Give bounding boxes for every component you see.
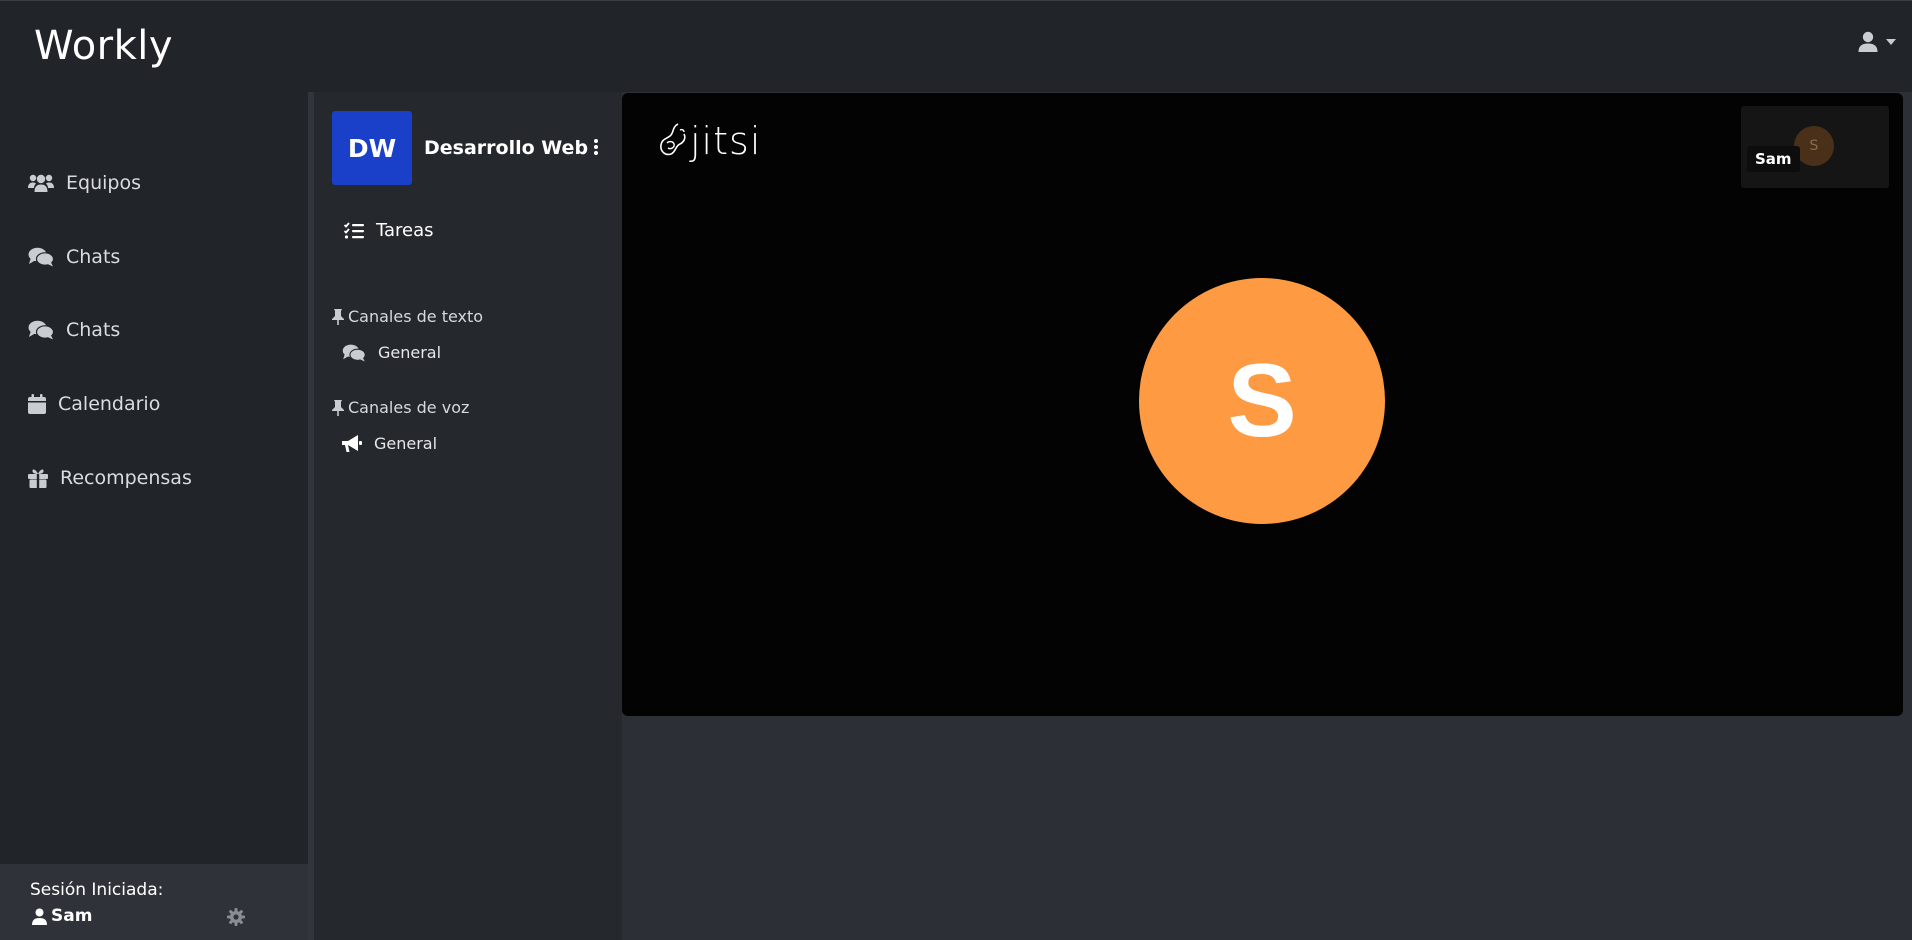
sidebar-item-label: Chats [66, 319, 121, 341]
bullhorn-icon [342, 434, 362, 452]
participant-avatar: S [1139, 278, 1385, 524]
team-name: Desarrollo Web [424, 137, 589, 159]
text-channels-header: Canales de texto [332, 307, 483, 326]
sidebar-item-label: Calendario [58, 393, 161, 415]
sidebar-item-chats-2[interactable]: Chats [28, 319, 120, 341]
main-sidebar: Equipos Chats Chats Calendario Recompens… [0, 92, 308, 940]
video-conference[interactable]: jitsi S Sam S [622, 93, 1903, 716]
participant-name-label: Sam [1747, 146, 1800, 172]
caret-down-icon [1886, 39, 1896, 45]
user-menu-dropdown[interactable] [1858, 31, 1896, 53]
channel-label: General [374, 434, 438, 453]
participant-thumbnail[interactable]: S Sam [1741, 106, 1889, 188]
sidebar-item-recompensas[interactable]: Recompensas [28, 467, 192, 489]
session-panel: Sesión Iniciada: Sam [0, 864, 308, 940]
jitsi-wordmark: jitsi [690, 119, 762, 163]
team-panel: DW Desarrollo Web Tareas Canales de text… [314, 92, 622, 940]
thumbtack-icon [332, 399, 344, 416]
top-navbar: Workly [0, 0, 1912, 92]
thumbtack-icon [332, 308, 344, 325]
channel-label: General [378, 343, 442, 362]
thumbnail-avatar: S [1794, 126, 1834, 166]
text-channel-general[interactable]: General [342, 343, 441, 362]
jitsi-mark-icon [660, 123, 686, 156]
voice-channel-general[interactable]: General [342, 434, 437, 453]
ellipsis-vertical-icon [594, 139, 598, 155]
sidebar-item-calendario[interactable]: Calendario [28, 393, 160, 415]
user-icon [32, 908, 47, 925]
comments-icon [28, 247, 54, 267]
sidebar-item-label: Equipos [66, 172, 141, 194]
calendar-icon [28, 394, 46, 414]
comments-icon [28, 320, 54, 340]
app-brand[interactable]: Workly [34, 23, 173, 69]
gear-icon [227, 908, 245, 926]
team-avatar[interactable]: DW [332, 111, 412, 185]
section-title-text: Canales de voz [348, 398, 470, 417]
gift-icon [28, 469, 48, 488]
users-icon [28, 174, 54, 192]
tasks-label: Tareas [376, 220, 434, 241]
tasks-link[interactable]: Tareas [344, 220, 434, 241]
session-username: Sam [51, 906, 93, 926]
section-title-text: Canales de texto [348, 307, 484, 326]
comments-icon [342, 344, 366, 362]
session-user: Sam [32, 906, 92, 926]
sidebar-item-equipos[interactable]: Equipos [28, 172, 141, 194]
voice-channels-header: Canales de voz [332, 398, 469, 417]
user-icon [1858, 31, 1878, 52]
session-label: Sesión Iniciada: [30, 880, 164, 900]
settings-button[interactable] [227, 908, 245, 930]
jitsi-logo: jitsi [658, 119, 761, 163]
sidebar-item-chats[interactable]: Chats [28, 246, 120, 268]
sidebar-item-label: Recompensas [60, 467, 192, 489]
team-options-button[interactable] [593, 139, 599, 159]
list-check-icon [344, 221, 364, 239]
sidebar-item-label: Chats [66, 246, 121, 268]
